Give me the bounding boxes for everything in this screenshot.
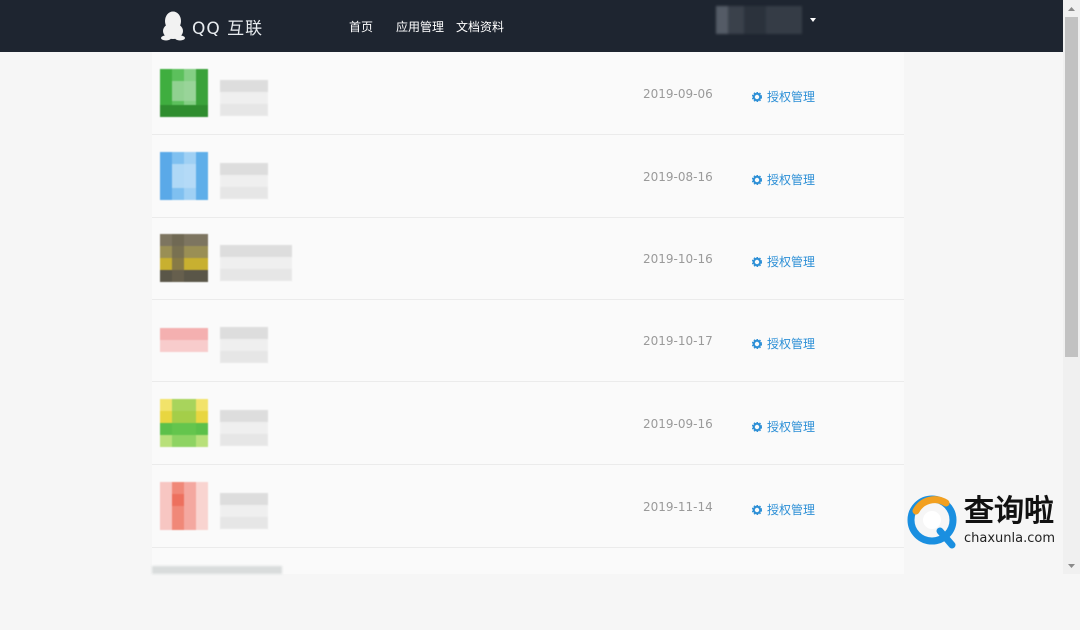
auth-management-label: 授权管理	[767, 420, 816, 434]
app-created-date: 2019-10-16	[643, 252, 713, 266]
app-row: 2019-10-17 授权管理	[152, 299, 904, 382]
user-menu[interactable]	[706, 6, 816, 34]
qq-connect-logo[interactable]: QQ 互联	[160, 11, 263, 41]
auth-management-label: 授权管理	[767, 337, 816, 351]
app-name-redacted	[220, 327, 268, 363]
app-row: 2019-09-16 授权管理	[152, 382, 904, 465]
gear-icon	[752, 174, 762, 185]
app-icon	[160, 69, 208, 117]
chaxunla-watermark: 查询啦 chaxunla.com	[906, 488, 1066, 554]
app-name-redacted	[220, 163, 268, 199]
app-icon	[160, 152, 208, 200]
scroll-down-arrow-icon[interactable]	[1063, 557, 1080, 574]
auth-management-link[interactable]: 授权管理	[752, 418, 815, 435]
auth-management-label: 授权管理	[767, 503, 816, 517]
caret-down-icon	[810, 18, 816, 22]
app-row: 2019-10-16 授权管理	[152, 217, 904, 300]
app-list: 2019-09-06 授权管理 2019-08-16 授权管理 2019-10-…	[152, 52, 904, 574]
logo-text: QQ 互联	[192, 18, 264, 39]
watermark-url: chaxunla.com	[964, 531, 1055, 546]
app-row: 2019-08-16 授权管理	[152, 135, 904, 218]
nav-home[interactable]: 首页	[349, 18, 373, 35]
user-name-redacted	[706, 6, 802, 34]
app-created-date: 2019-11-14	[643, 500, 713, 514]
scroll-thumb[interactable]	[1065, 17, 1078, 357]
qq-penguin-icon	[161, 11, 185, 41]
app-icon	[160, 234, 208, 282]
app-created-date: 2019-10-17	[643, 334, 713, 348]
auth-management-label: 授权管理	[767, 173, 816, 187]
auth-management-link[interactable]: 授权管理	[752, 335, 815, 352]
main-nav: 首页 应用管理 文档资料	[349, 18, 516, 35]
gear-icon	[752, 256, 762, 267]
app-row-placeholder	[152, 566, 282, 574]
auth-management-link[interactable]: 授权管理	[752, 501, 815, 518]
scroll-up-arrow-icon[interactable]	[1063, 0, 1080, 17]
app-created-date: 2019-08-16	[643, 170, 713, 184]
auth-management-link[interactable]: 授权管理	[752, 253, 815, 270]
auth-management-link[interactable]: 授权管理	[752, 88, 815, 105]
app-name-redacted	[220, 80, 268, 116]
app-row: 2019-11-14 授权管理	[152, 465, 904, 548]
app-name-redacted	[220, 410, 268, 446]
auth-management-link[interactable]: 授权管理	[752, 171, 815, 188]
q-logo-icon	[907, 495, 957, 549]
auth-management-label: 授权管理	[767, 90, 816, 104]
app-name-redacted	[220, 245, 292, 281]
app-row-partial	[152, 548, 904, 630]
nav-docs[interactable]: 文档资料	[456, 18, 504, 35]
gear-icon	[752, 504, 762, 515]
app-created-date: 2019-09-16	[643, 417, 713, 431]
app-icon	[160, 482, 208, 530]
watermark-brand: 查询啦	[964, 494, 1054, 529]
auth-management-label: 授权管理	[767, 255, 816, 269]
app-name-redacted	[220, 493, 268, 529]
app-row: 2019-09-06 授权管理	[152, 52, 904, 135]
top-navbar: QQ 互联 首页 应用管理 文档资料	[0, 0, 1080, 52]
gear-icon	[752, 91, 762, 102]
app-created-date: 2019-09-06	[643, 87, 713, 101]
gear-icon	[752, 338, 762, 349]
gear-icon	[752, 421, 762, 432]
app-icon	[160, 316, 208, 364]
nav-app-management[interactable]: 应用管理	[396, 18, 444, 35]
app-icon	[160, 399, 208, 447]
